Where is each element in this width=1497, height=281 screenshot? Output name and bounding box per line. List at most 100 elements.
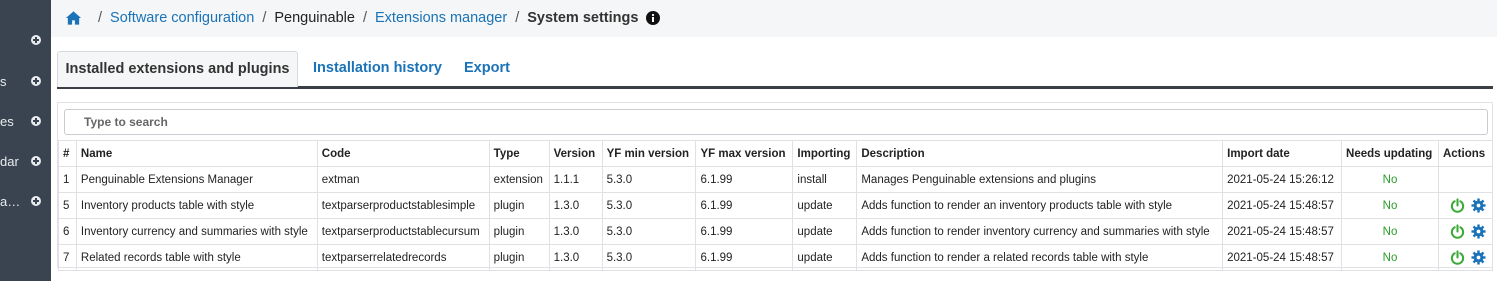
power-icon[interactable] [1450, 198, 1465, 213]
sidebar-item-label: a… [0, 194, 21, 209]
cell-type: plugin [488, 244, 550, 271]
sidebar-item-2[interactable]: s [0, 72, 51, 92]
cell-actions [1437, 244, 1494, 271]
cell-type: extension [488, 166, 550, 193]
cell-actions [1437, 166, 1494, 193]
breadcrumb-extensions-manager[interactable]: Extensions manager [375, 10, 507, 26]
cell-yf-min: 5.3.0 [601, 218, 697, 245]
cell-needs-updating: No [1341, 192, 1439, 219]
cell-number: 6 [58, 218, 77, 245]
cell-version: 1.3.0 [548, 192, 603, 219]
cell-actions [1437, 218, 1494, 245]
column-header-actions: Actions [1437, 140, 1494, 167]
cell-number: 1 [58, 166, 77, 193]
cell-import-date: 2021-05-24 15:48:57 [1222, 192, 1343, 219]
column-header-importing[interactable]: Importing [792, 140, 858, 167]
cell-code: extman [316, 166, 490, 193]
column-header-type[interactable]: Type [488, 140, 550, 167]
breadcrumb-penguinable: Penguinable [274, 10, 355, 26]
cell-import-date: 2021-05-24 15:48:57 [1222, 244, 1343, 271]
sidebar-item-label: s [0, 74, 7, 89]
extensions-table: # Name Code Type Version YF min version … [58, 140, 1494, 271]
table-row[interactable]: 7 Related records table with style textp… [58, 244, 1494, 271]
column-header-needs-updating[interactable]: Needs updating [1341, 140, 1439, 167]
sidebar-item-5[interactable]: a… [0, 192, 51, 212]
expand-icon[interactable] [31, 116, 41, 126]
cell-yf-min: 5.3.0 [601, 166, 697, 193]
table-row[interactable]: 6 Inventory currency and summaries with … [58, 218, 1494, 245]
cell-yf-min: 5.3.0 [601, 192, 697, 219]
gear-icon[interactable] [1471, 224, 1486, 239]
breadcrumb-separator: / [515, 10, 520, 26]
cell-name: Penguinable Extensions Manager [75, 166, 318, 193]
column-header-name[interactable]: Name [75, 140, 318, 167]
cell-importing: update [792, 244, 858, 271]
cell-description: Adds function to render a related record… [856, 244, 1224, 271]
cell-importing: install [792, 166, 858, 193]
tab-export[interactable]: Export [464, 51, 510, 87]
cell-version: 1.3.0 [548, 244, 603, 271]
breadcrumb-separator: / [262, 10, 267, 26]
cell-type: plugin [488, 192, 550, 219]
sidebar-item-label: dar [0, 154, 19, 169]
cell-name: Inventory currency and summaries with st… [75, 218, 318, 245]
tab-installation-history[interactable]: Installation history [313, 51, 442, 87]
column-header-import-date[interactable]: Import date [1222, 140, 1343, 167]
expand-icon[interactable] [31, 196, 41, 206]
sidebar-item-3[interactable]: es [0, 112, 51, 132]
sidebar-item-label: es [0, 114, 14, 129]
cell-import-date: 2021-05-24 15:26:12 [1222, 166, 1343, 193]
column-header-number[interactable]: # [58, 140, 77, 167]
cell-code: textparserrelatedrecords [316, 244, 490, 271]
power-icon[interactable] [1450, 224, 1465, 239]
gear-icon[interactable] [1471, 198, 1486, 213]
breadcrumb: / Software configuration / Penguinable /… [65, 8, 661, 28]
cell-yf-max: 6.1.99 [695, 244, 794, 271]
search-box [64, 109, 1488, 135]
cell-needs-updating: No [1341, 244, 1439, 271]
sidebar-item-4[interactable]: dar [0, 152, 51, 172]
cell-yf-min: 5.3.0 [601, 244, 697, 271]
column-header-code[interactable]: Code [316, 140, 490, 167]
search-input[interactable] [65, 110, 1487, 134]
cell-importing: update [792, 218, 858, 245]
cell-yf-max: 6.1.99 [695, 218, 794, 245]
sidebar-item-1[interactable] [0, 31, 51, 51]
cell-version: 1.3.0 [548, 218, 603, 245]
column-header-version[interactable]: Version [548, 140, 603, 167]
table-row[interactable]: 1 Penguinable Extensions Manager extman … [58, 166, 1494, 193]
extensions-panel: # Name Code Type Version YF min version … [57, 102, 1494, 271]
cell-import-date: 2021-05-24 15:48:57 [1222, 218, 1343, 245]
cell-number: 5 [58, 192, 77, 219]
power-icon[interactable] [1450, 250, 1465, 265]
breadcrumb-software-configuration[interactable]: Software configuration [110, 10, 254, 26]
cell-description: Adds function to render an inventory pro… [856, 192, 1224, 219]
column-header-yf-min[interactable]: YF min version [601, 140, 697, 167]
cell-name: Related records table with style [75, 244, 318, 271]
table-row[interactable]: 5 Inventory products table with style te… [58, 192, 1494, 219]
cell-needs-updating: No [1341, 166, 1439, 193]
cell-needs-updating: No [1341, 218, 1439, 245]
cell-actions [1437, 192, 1494, 219]
expand-icon[interactable] [31, 35, 41, 45]
cell-name: Inventory products table with style [75, 192, 318, 219]
column-header-description[interactable]: Description [856, 140, 1224, 167]
column-header-yf-max[interactable]: YF max version [695, 140, 794, 167]
cell-yf-max: 6.1.99 [695, 192, 794, 219]
info-icon[interactable] [646, 11, 661, 25]
expand-icon[interactable] [31, 76, 41, 86]
tab-bar: Installed extensions and plugins Install… [57, 51, 1493, 89]
cell-yf-max: 6.1.99 [695, 166, 794, 193]
home-icon[interactable] [65, 10, 82, 26]
cell-number: 7 [58, 244, 77, 271]
expand-icon[interactable] [31, 156, 41, 166]
cell-type: plugin [488, 218, 550, 245]
cell-code: textparserproductstablesimple [316, 192, 490, 219]
header-bar: / Software configuration / Penguinable /… [51, 0, 1497, 37]
sidebar: s es dar a… [0, 0, 51, 281]
tab-installed-extensions[interactable]: Installed extensions and plugins [57, 51, 298, 87]
cell-version: 1.1.1 [548, 166, 603, 193]
gear-icon[interactable] [1471, 250, 1486, 265]
cell-code: textparserproductstablecursum [316, 218, 490, 245]
page-title: System settings [527, 10, 639, 26]
